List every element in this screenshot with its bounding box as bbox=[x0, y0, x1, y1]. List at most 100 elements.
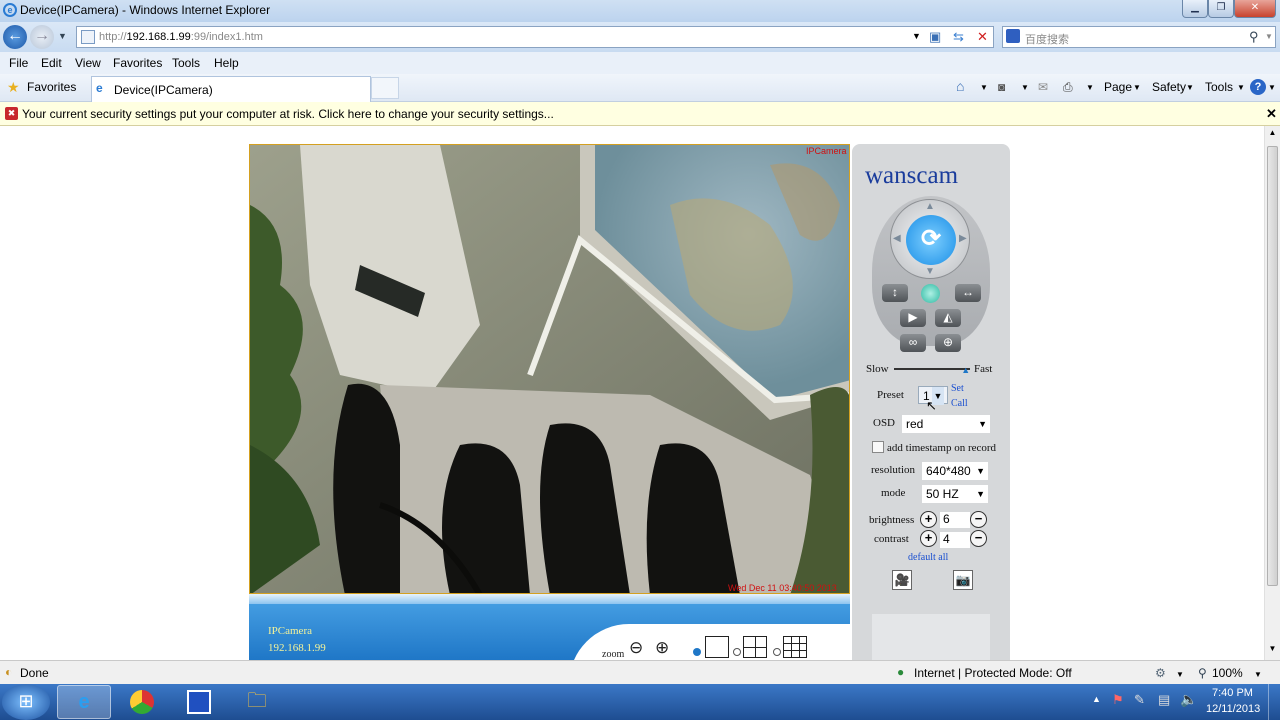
navigation-bar: ← → ▼ http://192.168.1.99:99/index1.htm … bbox=[0, 22, 1280, 52]
refresh-icon[interactable]: ⇆ bbox=[953, 29, 964, 45]
scroll-down-icon[interactable]: ▼ bbox=[1265, 644, 1280, 658]
print-icon[interactable]: ⎙ bbox=[1063, 80, 1073, 95]
taskbar-app-icon[interactable] bbox=[172, 685, 226, 719]
pan-down-icon[interactable]: ▼ bbox=[925, 266, 935, 277]
default-all-link[interactable]: default all bbox=[908, 552, 948, 563]
help-dropdown-icon[interactable]: ▼ bbox=[1268, 83, 1276, 92]
snapshot-camera-icon[interactable]: 📷 bbox=[953, 570, 973, 590]
contrast-decrease-button[interactable]: − bbox=[970, 530, 987, 547]
minimize-button[interactable]: ▁ bbox=[1182, 0, 1208, 18]
address-bar[interactable]: http://192.168.1.99:99/index1.htm ▼ ▣ ⇆ … bbox=[76, 26, 994, 48]
read-mail-icon[interactable]: ✉ bbox=[1038, 80, 1048, 94]
show-desktop-button[interactable] bbox=[1268, 684, 1280, 720]
compatibility-icon[interactable]: ▣ bbox=[929, 29, 941, 45]
brightness-decrease-button[interactable]: − bbox=[970, 511, 987, 528]
tray-network-icon[interactable]: ▤ bbox=[1158, 692, 1170, 708]
security-infobar[interactable]: ✖ Your current security settings put you… bbox=[0, 102, 1280, 126]
forward-button[interactable]: → bbox=[30, 25, 54, 49]
home-icon[interactable]: ⌂ bbox=[956, 78, 964, 94]
tray-volume-icon[interactable]: 🔈 bbox=[1180, 691, 1197, 708]
tab-device-ipcamera[interactable]: e Device(IPCamera) bbox=[91, 76, 371, 102]
scroll-thumb[interactable] bbox=[1267, 146, 1278, 586]
menu-tools[interactable]: Tools bbox=[172, 56, 200, 70]
address-dropdown-icon[interactable]: ▼ bbox=[912, 31, 921, 41]
clock-time[interactable]: 7:40 PM bbox=[1212, 687, 1253, 699]
layout-radio-4[interactable] bbox=[733, 648, 741, 656]
layout-nine-icon[interactable] bbox=[783, 636, 807, 658]
brightness-increase-button[interactable]: + bbox=[920, 511, 937, 528]
flip-button[interactable]: ▶ bbox=[900, 309, 926, 327]
tray-action-center-icon[interactable]: ⚑ bbox=[1112, 692, 1124, 708]
infobar-text[interactable]: Your current security settings put your … bbox=[22, 107, 554, 121]
taskbar-ie-icon[interactable]: e bbox=[57, 685, 111, 719]
help-icon[interactable]: ? bbox=[1250, 79, 1266, 95]
baidu-icon bbox=[1006, 29, 1020, 43]
search-dropdown-icon[interactable]: ▼ bbox=[1265, 32, 1273, 41]
maximize-button[interactable]: ❐ bbox=[1208, 0, 1234, 18]
taskbar-chrome-icon[interactable] bbox=[115, 685, 169, 719]
url-rest: :99/index1.htm bbox=[190, 31, 263, 43]
taskbar-explorer-icon[interactable]: 🗀 bbox=[230, 685, 284, 719]
layout-radio-9[interactable] bbox=[773, 648, 781, 656]
record-video-icon[interactable]: 🎥 bbox=[892, 570, 912, 590]
menu-favorites[interactable]: Favorites bbox=[113, 56, 162, 70]
start-button[interactable]: ⊞ bbox=[2, 684, 50, 720]
pan-right-icon[interactable]: ▶ bbox=[959, 233, 967, 244]
tray-expand-icon[interactable]: ▲ bbox=[1092, 694, 1101, 704]
speed-slider-thumb[interactable]: ▲ bbox=[961, 365, 970, 375]
new-tab-button[interactable] bbox=[371, 77, 399, 99]
print-dropdown-icon[interactable]: ▼ bbox=[1086, 83, 1094, 92]
scroll-up-icon[interactable]: ▲ bbox=[1265, 128, 1280, 142]
preset-set-link[interactable]: Set bbox=[951, 383, 964, 394]
zoom-out-icon[interactable]: ⊖ bbox=[629, 638, 643, 658]
zoom-level[interactable]: 100% bbox=[1212, 666, 1243, 680]
tools-menu[interactable]: Tools bbox=[1205, 80, 1233, 94]
home-dropdown-icon[interactable]: ▼ bbox=[980, 83, 988, 92]
protected-mode-icon[interactable]: ⚙ bbox=[1155, 666, 1166, 680]
contrast-value: 4 bbox=[940, 532, 970, 548]
vertical-scrollbar[interactable]: ▲ ▼ bbox=[1264, 126, 1280, 660]
mirror-button[interactable]: ◭ bbox=[935, 309, 961, 327]
address-url[interactable]: http://192.168.1.99:99/index1.htm bbox=[99, 31, 263, 43]
tray-tool-icon[interactable]: ✎ bbox=[1134, 692, 1145, 708]
camera-video-feed[interactable]: IPCamera Wed Dec 11 03:40:50 2013 bbox=[249, 144, 850, 594]
security-zone[interactable]: Internet | Protected Mode: Off bbox=[914, 666, 1072, 680]
search-icon[interactable]: ⚲ bbox=[1249, 29, 1259, 45]
mode-select[interactable]: 50 HZ ▼ bbox=[922, 485, 988, 503]
contrast-increase-button[interactable]: + bbox=[920, 530, 937, 547]
timestamp-checkbox[interactable] bbox=[872, 441, 884, 453]
stop-icon[interactable]: ✕ bbox=[977, 29, 988, 45]
horizontal-patrol-button[interactable]: ↔ bbox=[955, 284, 981, 302]
pan-up-icon[interactable]: ▲ bbox=[925, 201, 935, 212]
search-box[interactable]: 百度搜索 ⚲ ▼ bbox=[1002, 26, 1276, 48]
layout-radio-1[interactable] bbox=[693, 648, 701, 656]
io-on-button[interactable]: ∞ bbox=[900, 334, 926, 352]
infobar-close-icon[interactable]: ✕ bbox=[1266, 106, 1277, 122]
preset-call-link[interactable]: Call bbox=[951, 398, 968, 409]
zoom-in-icon[interactable]: ⊕ bbox=[655, 638, 669, 658]
menu-help[interactable]: Help bbox=[214, 56, 239, 70]
favorites-button[interactable]: Favorites bbox=[27, 80, 76, 94]
close-window-button[interactable]: ✕ bbox=[1234, 0, 1276, 18]
clock-date[interactable]: 12/11/2013 bbox=[1206, 703, 1260, 715]
resolution-select[interactable]: 640*480 ▼ bbox=[922, 462, 988, 480]
center-rotate-button[interactable]: ⟳ bbox=[906, 215, 956, 265]
speed-slider-track[interactable] bbox=[894, 368, 970, 370]
recent-pages-dropdown-icon[interactable]: ▼ bbox=[58, 31, 67, 41]
safety-menu[interactable]: Safety bbox=[1152, 80, 1186, 94]
menu-view[interactable]: View bbox=[75, 56, 101, 70]
pan-left-icon[interactable]: ◀ bbox=[893, 233, 901, 244]
io-off-button[interactable]: ⊕ bbox=[935, 334, 961, 352]
feeds-dropdown-icon[interactable]: ▼ bbox=[1021, 83, 1029, 92]
layout-single-icon[interactable] bbox=[705, 636, 729, 658]
page-menu[interactable]: Page bbox=[1104, 80, 1132, 94]
layout-quad-icon[interactable] bbox=[743, 636, 767, 658]
vertical-patrol-button[interactable]: ↕ bbox=[882, 284, 908, 302]
osd-select[interactable]: red ▼ bbox=[902, 415, 990, 433]
menu-edit[interactable]: Edit bbox=[41, 56, 62, 70]
back-button[interactable]: ← bbox=[3, 25, 27, 49]
feeds-icon[interactable]: ◙ bbox=[998, 80, 1005, 94]
protected-mode-dropdown-icon[interactable]: ▼ bbox=[1176, 670, 1184, 679]
menu-file[interactable]: File bbox=[9, 56, 28, 70]
zoom-dropdown-icon[interactable]: ▼ bbox=[1254, 670, 1262, 679]
